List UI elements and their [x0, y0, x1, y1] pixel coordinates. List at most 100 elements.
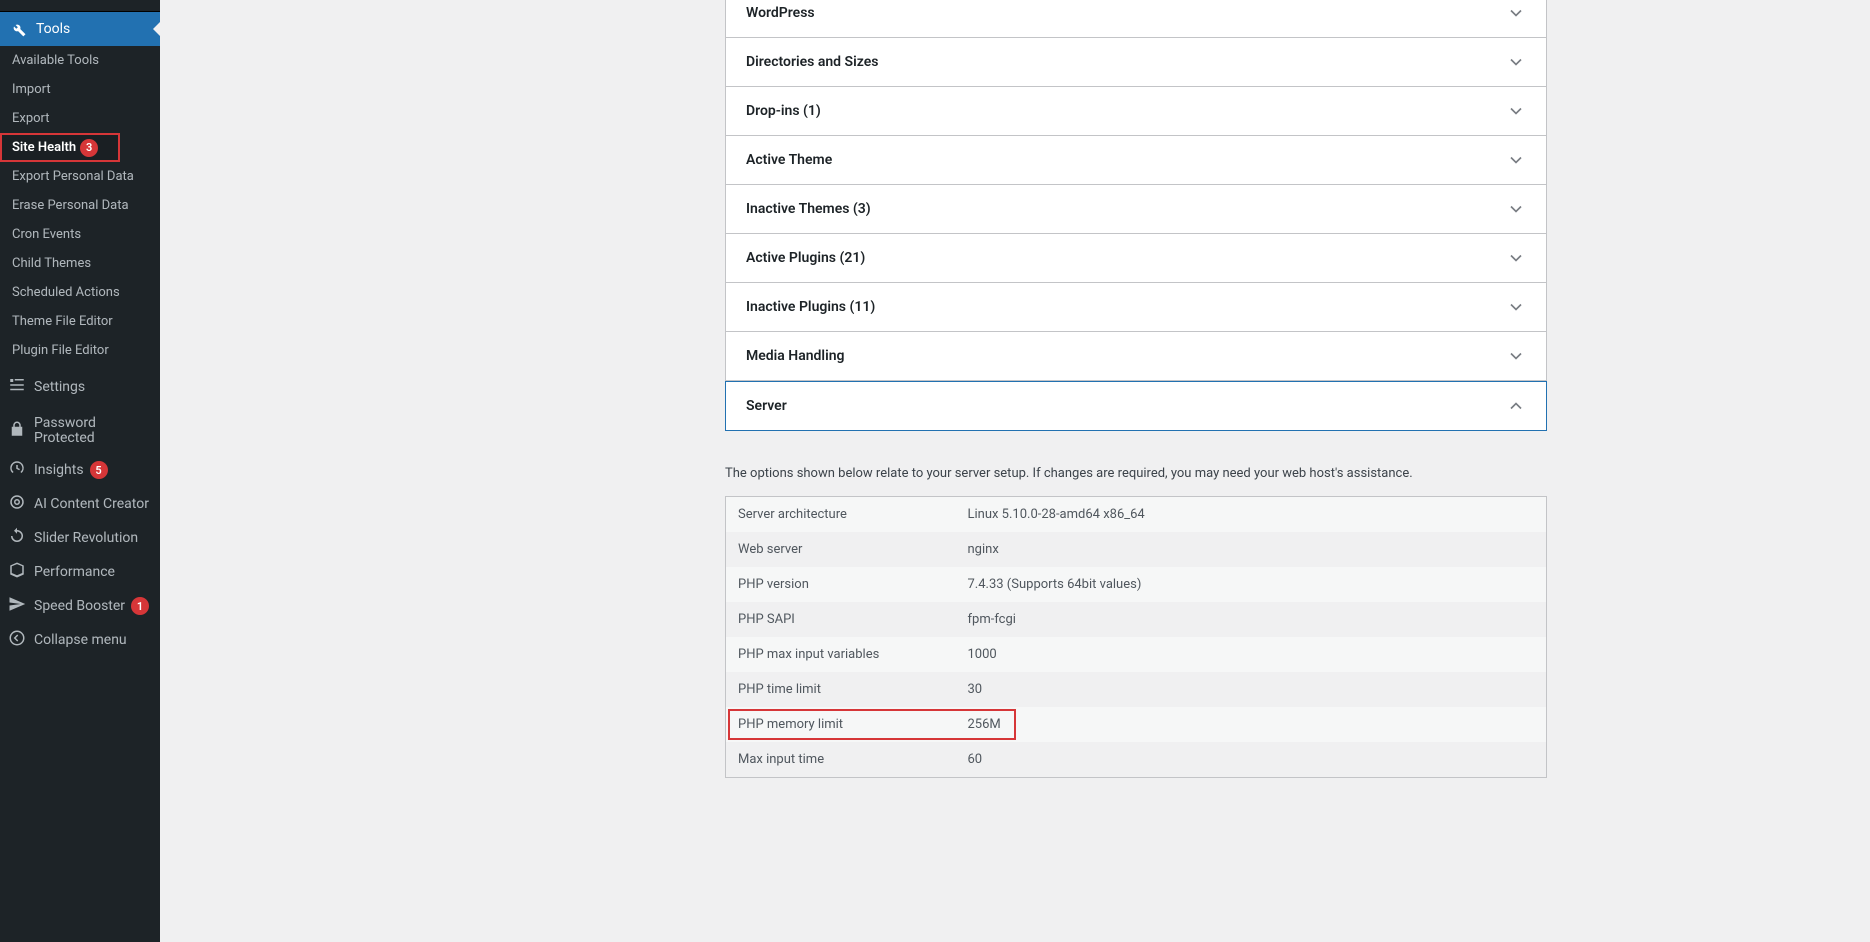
collapse-icon	[8, 629, 26, 651]
chevron-down-icon	[1506, 3, 1526, 23]
chevron-down-icon	[1506, 297, 1526, 317]
chevron-down-icon	[1506, 199, 1526, 219]
server-description: The options shown below relate to your s…	[725, 466, 1547, 481]
info-key: PHP version	[726, 567, 956, 602]
sidebar-sub-export[interactable]: Export	[0, 104, 160, 133]
info-key: Web server	[726, 532, 956, 567]
accordion-toggle-media-handling[interactable]: Media Handling	[726, 332, 1546, 380]
content-area: WordPress Directories and Sizes Drop-ins…	[160, 0, 1870, 942]
sidebar-top-clipped	[0, 0, 160, 12]
lock-icon	[8, 420, 26, 442]
sidebar-sub-export-personal[interactable]: Export Personal Data	[0, 162, 160, 191]
sliders-icon	[8, 376, 26, 398]
table-row: PHP version7.4.33 (Supports 64bit values…	[726, 567, 1547, 602]
wrench-icon	[8, 19, 28, 39]
table-row: PHP SAPIfpm-fcgi	[726, 602, 1547, 637]
server-info-table: Server architectureLinux 5.10.0-28-amd64…	[725, 496, 1547, 778]
sidebar-sub-available-tools[interactable]: Available Tools	[0, 46, 160, 75]
info-value: nginx	[956, 532, 1547, 567]
sidebar-item-label: Password Protected	[34, 416, 152, 447]
sidebar-item-insights[interactable]: Insights 5	[0, 453, 160, 487]
sidebar-item-label: Settings	[34, 379, 85, 395]
accordion-toggle-active-theme[interactable]: Active Theme	[726, 136, 1546, 184]
accordion-drop-ins: Drop-ins (1)	[725, 87, 1547, 136]
accordion-title: Active Theme	[746, 152, 832, 168]
sidebar-sub-label: Scheduled Actions	[12, 285, 120, 300]
info-key: PHP memory limit	[726, 707, 956, 742]
info-value: Linux 5.10.0-28-amd64 x86_64	[956, 497, 1547, 533]
info-key: PHP max input variables	[726, 637, 956, 672]
accordion-title: Drop-ins (1)	[746, 103, 821, 119]
accordion-toggle-inactive-themes[interactable]: Inactive Themes (3)	[726, 185, 1546, 233]
accordion-toggle-server[interactable]: Server	[726, 382, 1546, 430]
sidebar-sub-label: Site Health	[12, 140, 76, 155]
accordion-media-handling: Media Handling	[725, 332, 1547, 381]
table-row: PHP max input variables1000	[726, 637, 1547, 672]
accordion-body-server: The options shown below relate to your s…	[725, 431, 1547, 778]
table-row: Server architectureLinux 5.10.0-28-amd64…	[726, 497, 1547, 533]
gauge-icon	[8, 459, 26, 481]
target-icon	[8, 493, 26, 515]
chevron-up-icon	[1506, 396, 1526, 416]
sidebar-sub-child-themes[interactable]: Child Themes	[0, 249, 160, 278]
chevron-down-icon	[1506, 346, 1526, 366]
sidebar-sub-site-health[interactable]: Site Health 3	[0, 133, 120, 162]
accordion-toggle-directories-sizes[interactable]: Directories and Sizes	[726, 38, 1546, 86]
sidebar-item-label: Speed Booster	[34, 598, 125, 614]
sidebar-item-tools[interactable]: Tools	[0, 12, 160, 46]
table-row-php-memory-limit: PHP memory limit 256M	[726, 707, 1547, 742]
badge-speed-booster: 1	[131, 597, 149, 615]
accordion-inactive-themes: Inactive Themes (3)	[725, 185, 1547, 234]
accordion-toggle-active-plugins[interactable]: Active Plugins (21)	[726, 234, 1546, 282]
sidebar-sub-theme-file-editor[interactable]: Theme File Editor	[0, 307, 160, 336]
info-key: Server architecture	[726, 497, 956, 533]
table-row: PHP time limit30	[726, 672, 1547, 707]
sidebar-item-slider-revolution[interactable]: Slider Revolution	[0, 521, 160, 555]
sidebar-sub-scheduled-actions[interactable]: Scheduled Actions	[0, 278, 160, 307]
accordion-active-plugins: Active Plugins (21)	[725, 234, 1547, 283]
sidebar-item-ai-content-creator[interactable]: AI Content Creator	[0, 487, 160, 521]
chevron-down-icon	[1506, 150, 1526, 170]
accordion-active-theme: Active Theme	[725, 136, 1547, 185]
accordion-toggle-wordpress[interactable]: WordPress	[726, 0, 1546, 37]
sidebar-sub-label: Available Tools	[12, 53, 99, 68]
sidebar-sub-erase-personal[interactable]: Erase Personal Data	[0, 191, 160, 220]
sidebar-item-label: Slider Revolution	[34, 530, 138, 546]
accordion-server: Server	[725, 381, 1547, 431]
sidebar-item-password-protected[interactable]: Password Protected	[0, 409, 160, 453]
accordion-title: Server	[746, 398, 787, 414]
badge-site-health: 3	[80, 139, 98, 157]
chevron-down-icon	[1506, 101, 1526, 121]
info-key: PHP time limit	[726, 672, 956, 707]
sidebar-sub-label: Child Themes	[12, 256, 91, 271]
sidebar-item-performance[interactable]: Performance	[0, 555, 160, 589]
accordion-title: Active Plugins (21)	[746, 250, 865, 266]
sidebar-collapse-menu[interactable]: Collapse menu	[0, 623, 160, 657]
sidebar-sub-label: Erase Personal Data	[12, 198, 129, 213]
badge-insights: 5	[90, 461, 108, 479]
sidebar-sub-import[interactable]: Import	[0, 75, 160, 104]
sidebar-sub-plugin-file-editor[interactable]: Plugin File Editor	[0, 336, 160, 365]
info-value: 256M	[956, 707, 1547, 742]
sidebar-sub-label: Import	[12, 82, 51, 97]
accordion-toggle-drop-ins[interactable]: Drop-ins (1)	[726, 87, 1546, 135]
sidebar-item-label: AI Content Creator	[34, 496, 149, 512]
info-value: 60	[956, 742, 1547, 778]
box-icon	[8, 561, 26, 583]
sidebar-sub-label: Cron Events	[12, 227, 81, 242]
sidebar-item-label: Tools	[36, 21, 70, 37]
sidebar-sub-cron-events[interactable]: Cron Events	[0, 220, 160, 249]
accordion-toggle-inactive-plugins[interactable]: Inactive Plugins (11)	[726, 283, 1546, 331]
sidebar-item-settings[interactable]: Settings	[0, 370, 160, 404]
admin-sidebar: Tools Available Tools Import Export Site…	[0, 0, 160, 942]
sidebar-sub-label: Theme File Editor	[12, 314, 113, 329]
sidebar-sub-label: Export Personal Data	[12, 169, 134, 184]
info-value: 7.4.33 (Supports 64bit values)	[956, 567, 1547, 602]
sidebar-item-label: Performance	[34, 564, 115, 580]
sidebar-sub-label: Export	[12, 111, 50, 126]
accordion-directories-sizes: Directories and Sizes	[725, 38, 1547, 87]
accordion-wordpress: WordPress	[725, 0, 1547, 38]
sidebar-item-speed-booster[interactable]: Speed Booster 1	[0, 589, 160, 623]
sidebar-item-label: Insights	[34, 462, 84, 478]
info-value: fpm-fcgi	[956, 602, 1547, 637]
